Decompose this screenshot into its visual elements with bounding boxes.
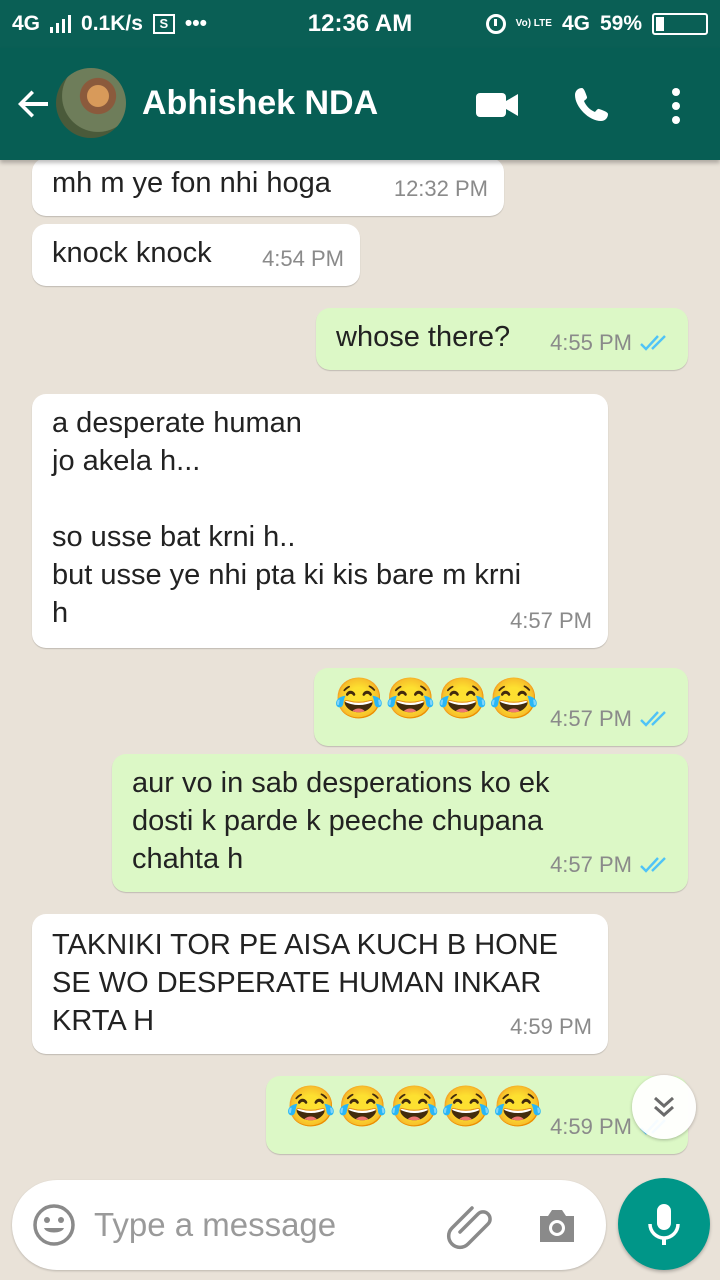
message-bubble[interactable]: aur vo in sab desperations ko ek dosti k…: [112, 754, 688, 892]
message-bubble[interactable]: a desperate human jo akela h... so usse …: [32, 394, 608, 648]
camera-icon[interactable]: [536, 1204, 578, 1246]
battery-icon: [652, 13, 708, 35]
back-arrow-icon[interactable]: [14, 84, 54, 124]
message-time: 4:59 PM: [550, 1114, 632, 1139]
contact-name[interactable]: Abhishek NDA: [142, 84, 378, 123]
message-input[interactable]: [94, 1198, 434, 1252]
message-bubble[interactable]: mh m ye fon nhi hoga 12:32 PM: [32, 158, 504, 216]
emoji-icon[interactable]: [32, 1203, 76, 1247]
message-time: 4:59 PM: [510, 1014, 592, 1039]
message-time: 4:57 PM: [550, 852, 632, 877]
read-receipt-icon: [640, 335, 666, 351]
video-call-icon[interactable]: [474, 88, 520, 122]
message-time: 4:57 PM: [550, 706, 632, 731]
message-text: TAKNIKI TOR PE AISA KUCH B HONE SE WO DE…: [52, 929, 559, 1037]
message-bubble[interactable]: TAKNIKI TOR PE AISA KUCH B HONE SE WO DE…: [32, 914, 608, 1054]
voice-message-button[interactable]: [618, 1178, 710, 1270]
message-list[interactable]: mh m ye fon nhi hoga 12:32 PM knock knoc…: [0, 158, 720, 1280]
message-time: 4:55 PM: [550, 330, 632, 355]
read-receipt-icon: [640, 857, 666, 873]
microphone-icon: [648, 1204, 680, 1245]
message-composer: [12, 1180, 606, 1270]
message-bubble[interactable]: 😂😂😂😂😂 4:59 PM: [266, 1076, 688, 1154]
chat-header: Abhishek NDA: [0, 48, 720, 160]
voice-call-icon[interactable]: [572, 84, 612, 124]
avatar[interactable]: [56, 68, 126, 138]
message-text: a desperate human jo akela h... so usse …: [52, 407, 522, 629]
alarm-icon: [485, 14, 506, 34]
message-time: 4:54 PM: [262, 246, 344, 271]
scroll-to-bottom-button[interactable]: [632, 1075, 696, 1139]
message-time: 12:32 PM: [393, 176, 488, 201]
battery-percent: 59%: [599, 12, 642, 35]
volte-indicator: Vo) LTE: [515, 18, 552, 29]
attachment-icon[interactable]: [446, 1202, 496, 1250]
double-chevron-down-icon: [654, 1096, 674, 1118]
status-bar: 4G 0.1K/s S ••• 12:36 AM Vo) LTE 4G 59%: [0, 0, 720, 48]
network-type-right: 4G: [561, 12, 590, 35]
more-options-icon[interactable]: [664, 86, 688, 126]
message-time: 4:57 PM: [510, 608, 592, 633]
read-receipt-icon: [640, 711, 666, 727]
message-bubble[interactable]: 😂😂😂😂 4:57 PM: [314, 668, 688, 746]
message-bubble[interactable]: knock knock 4:54 PM: [32, 224, 360, 286]
message-bubble[interactable]: whose there? 4:55 PM: [316, 308, 688, 370]
